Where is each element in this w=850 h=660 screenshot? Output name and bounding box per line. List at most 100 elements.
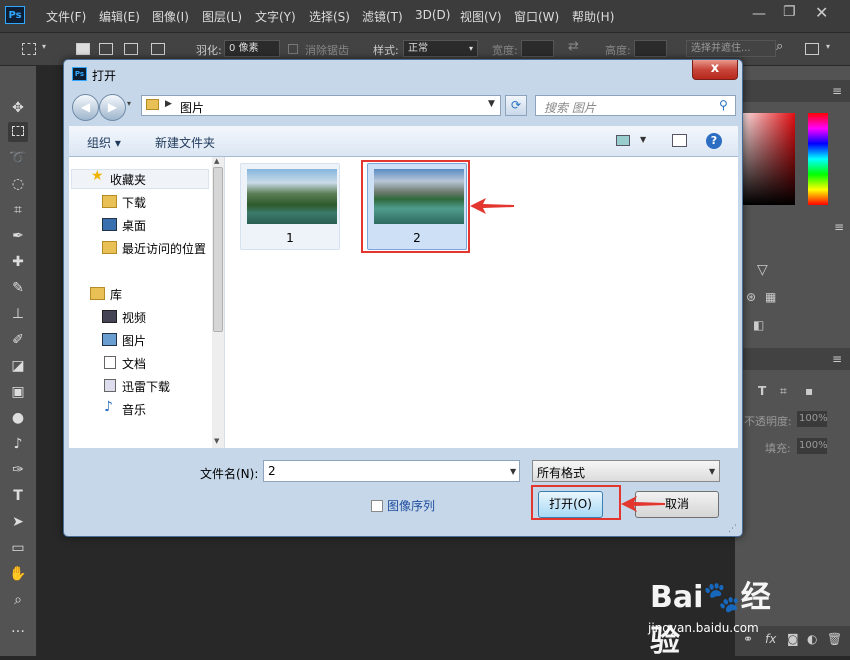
help-icon[interactable]: ? xyxy=(706,133,722,149)
organize-button[interactable]: 组织 ▾ xyxy=(87,134,121,151)
restore-button[interactable]: ❐ xyxy=(783,4,796,20)
nav-scroll-thumb[interactable] xyxy=(213,167,223,332)
menu-edit[interactable]: 编辑(E) xyxy=(99,8,140,25)
breadcrumb-pictures[interactable]: 图片 xyxy=(180,99,204,116)
hue-slider[interactable] xyxy=(808,113,828,205)
history-brush-tool-icon[interactable]: ✐ xyxy=(8,330,28,350)
hand-tool-icon[interactable]: ✋ xyxy=(8,564,28,584)
path-select-tool-icon[interactable]: ➤ xyxy=(8,512,28,532)
triangle-icon[interactable]: ▽ xyxy=(757,262,768,278)
quick-select-tool-icon[interactable]: ◌ xyxy=(8,174,28,194)
nav-music[interactable]: 音乐 xyxy=(122,401,146,418)
preset-dropdown-icon[interactable]: ▾ xyxy=(42,42,46,51)
smart-object-icon[interactable]: ▪ xyxy=(805,384,813,398)
workspace-icon[interactable] xyxy=(805,43,819,55)
back-arrow-icon[interactable]: ◀ xyxy=(72,94,99,121)
type-tool-icon[interactable]: T xyxy=(8,486,28,506)
fx-icon[interactable]: fx xyxy=(765,632,776,646)
antialias-checkbox[interactable] xyxy=(288,44,298,54)
nav-documents[interactable]: 文档 xyxy=(122,355,146,372)
eyedropper-tool-icon[interactable]: ✒ xyxy=(8,226,28,246)
filename-input[interactable]: 2 ▼ xyxy=(263,460,520,482)
address-bar[interactable]: ▶ 图片 ▼ xyxy=(141,95,501,116)
nav-scrollbar[interactable]: ▲ ▼ xyxy=(212,157,224,448)
width-input[interactable] xyxy=(521,40,554,57)
menu-filter[interactable]: 滤镜(T) xyxy=(362,8,403,25)
change-view-icon[interactable] xyxy=(616,135,630,146)
menu-image[interactable]: 图像(I) xyxy=(152,8,189,25)
scroll-up-icon[interactable]: ▲ xyxy=(214,157,219,165)
gradient-tool-icon[interactable]: ▣ xyxy=(8,382,28,402)
menu-select[interactable]: 选择(S) xyxy=(309,8,350,25)
nav-library[interactable]: 库 xyxy=(110,286,122,303)
subtract-selection-icon[interactable] xyxy=(124,43,138,55)
delete-layer-icon[interactable]: 🗑 xyxy=(827,632,842,646)
refresh-icon[interactable]: ⟳ xyxy=(505,95,527,116)
nav-recent[interactable]: 最近访问的位置 xyxy=(122,240,206,257)
panel-menu-icon[interactable]: ≡ xyxy=(832,84,842,98)
close-window-button[interactable]: ✕ xyxy=(815,3,828,22)
fill-input[interactable]: 100% xyxy=(797,438,828,454)
scroll-down-icon[interactable]: ▼ xyxy=(214,437,219,445)
lasso-tool-icon[interactable]: ➰ xyxy=(8,148,28,168)
menu-layer[interactable]: 图层(L) xyxy=(202,8,242,25)
brush-tool-icon[interactable]: ✎ xyxy=(8,278,28,298)
menu-window[interactable]: 窗口(W) xyxy=(514,8,559,25)
panel-menu-icon-3[interactable]: ≡ xyxy=(832,352,842,366)
marquee-tool-icon[interactable] xyxy=(8,122,28,142)
dialog-close-button[interactable]: x xyxy=(692,60,738,80)
blur-tool-icon[interactable]: ● xyxy=(8,408,28,428)
filetype-dropdown-icon[interactable]: ▼ xyxy=(709,467,715,476)
add-selection-icon[interactable] xyxy=(99,43,113,55)
menu-type[interactable]: 文字(Y) xyxy=(255,8,296,25)
healing-brush-tool-icon[interactable]: ✚ xyxy=(8,252,28,272)
minimize-button[interactable]: — xyxy=(752,6,766,22)
select-and-mask-button[interactable]: 选择并遮住... xyxy=(686,40,776,57)
menu-file[interactable]: 文件(F) xyxy=(46,8,86,25)
clone-stamp-tool-icon[interactable]: ⊥ xyxy=(8,304,28,324)
resize-grip-icon[interactable]: ⋰ xyxy=(728,524,737,534)
forward-arrow-icon[interactable]: ▶ xyxy=(99,94,126,121)
nav-favorites[interactable]: 收藏夹 xyxy=(110,171,146,188)
nav-videos[interactable]: 视频 xyxy=(122,309,146,326)
move-tool-icon[interactable]: ✥ xyxy=(8,98,28,118)
menu-help[interactable]: 帮助(H) xyxy=(572,8,614,25)
add-mask-icon[interactable]: ◙ xyxy=(787,632,799,646)
nav-desktop[interactable]: 桌面 xyxy=(122,217,146,234)
shape-layer-icon[interactable]: ⌗ xyxy=(780,384,787,399)
view-dropdown-icon[interactable]: ▼ xyxy=(640,135,646,144)
intersect-selection-icon[interactable] xyxy=(151,43,165,55)
file-item[interactable]: 1 xyxy=(240,163,340,250)
adjustment-layer-icon[interactable]: ◐ xyxy=(807,632,817,646)
nav-downloads[interactable]: 下载 xyxy=(122,194,146,211)
filename-dropdown-icon[interactable]: ▼ xyxy=(510,467,516,476)
zoom-tool-icon[interactable]: ⌕ xyxy=(8,590,28,610)
search-icon[interactable]: ⌕ xyxy=(776,39,783,54)
address-dropdown-icon[interactable]: ▼ xyxy=(488,99,495,109)
marquee-preset-icon[interactable] xyxy=(22,43,36,55)
panel-menu-icon-2[interactable]: ≡ xyxy=(834,220,844,234)
menu-view[interactable]: 视图(V) xyxy=(460,8,502,25)
style-select[interactable]: 正常 ▾ xyxy=(403,40,478,57)
workspace-dropdown-icon[interactable]: ▾ xyxy=(826,42,830,51)
eraser-tool-icon[interactable]: ◪ xyxy=(8,356,28,376)
image-sequence-label[interactable]: 图像序列 xyxy=(387,497,435,514)
dodge-tool-icon[interactable]: ♪ xyxy=(8,434,28,454)
new-folder-button[interactable]: 新建文件夹 xyxy=(155,134,215,151)
swap-icon[interactable]: ⇄ xyxy=(568,39,579,54)
image-sequence-checkbox[interactable] xyxy=(371,500,383,512)
crop-tool-icon[interactable]: ⌗ xyxy=(8,200,28,220)
preview-pane-icon[interactable] xyxy=(672,134,687,147)
breadcrumb-separator-icon[interactable]: ▶ xyxy=(165,99,172,109)
height-input[interactable] xyxy=(634,40,667,57)
nav-pictures[interactable]: 图片 xyxy=(122,332,146,349)
color-picker-field[interactable] xyxy=(735,113,795,205)
nav-thunder-download[interactable]: 迅雷下载 xyxy=(122,378,170,395)
circle-mask-icon[interactable]: ⊛ xyxy=(746,290,756,304)
more-tools-icon[interactable]: … xyxy=(8,618,28,638)
filetype-select[interactable]: 所有格式 ▼ xyxy=(532,460,720,482)
grid-icon[interactable]: ▦ xyxy=(765,290,776,304)
pen-tool-icon[interactable]: ✑ xyxy=(8,460,28,480)
menu-3d[interactable]: 3D(D) xyxy=(415,8,450,22)
search-icon[interactable]: ⚲ xyxy=(719,98,728,112)
